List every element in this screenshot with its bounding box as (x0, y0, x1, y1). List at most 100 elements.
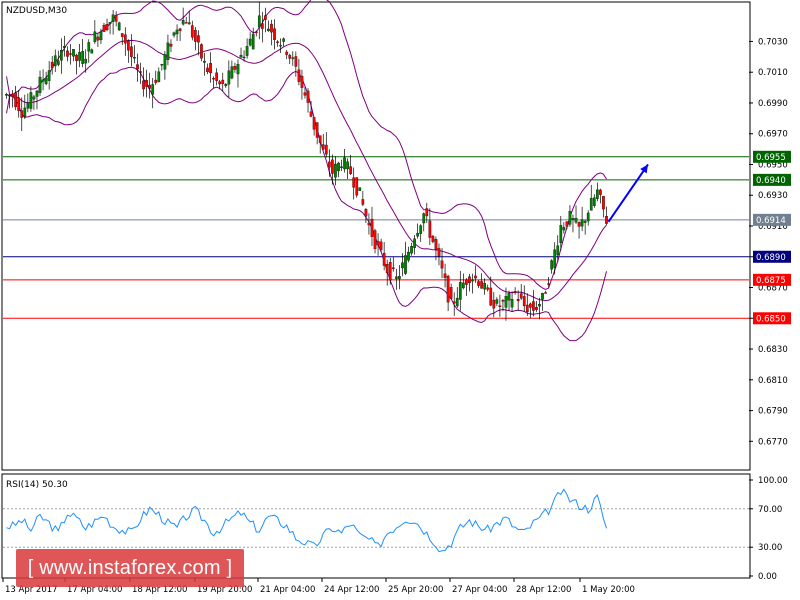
level-tag-label: 0.6940 (756, 176, 786, 186)
candle-body (525, 304, 529, 313)
candle-body (510, 298, 514, 308)
candle-body (522, 296, 526, 307)
candle-body (239, 54, 243, 58)
candle-body (206, 67, 209, 73)
candle-body (361, 199, 365, 205)
chart-canvas: 0.70300.70100.69900.69700.69500.69300.69… (1, 0, 791, 595)
candle-body (562, 227, 566, 231)
candle-body (468, 276, 471, 284)
candle-body (605, 216, 608, 224)
candle-body (215, 72, 219, 81)
candle-body (126, 40, 130, 51)
candle-body (139, 71, 142, 73)
candle-body (5, 94, 8, 96)
candle-body (108, 22, 112, 24)
time-tick-label: 27 Apr 04:00 (452, 585, 507, 595)
candle-body (102, 25, 106, 32)
candle-body (477, 281, 480, 286)
candle-body (410, 246, 413, 254)
candle-body (385, 263, 389, 274)
time-tick-label: 28 Apr 12:00 (516, 585, 571, 595)
candle-body (111, 14, 115, 22)
candle-body (17, 97, 21, 111)
candle-body (130, 46, 133, 57)
candle-body (602, 196, 605, 210)
candle-body (145, 79, 148, 87)
candle-body (589, 198, 593, 211)
rsi-axis: 100.00 70.00 30.00 0.00 (749, 476, 788, 582)
candle-body (538, 304, 541, 307)
candle-body (297, 69, 301, 82)
candle-body (87, 42, 91, 52)
level-tag-label: 0.6890 (756, 253, 786, 263)
candle-body (532, 301, 535, 311)
candle-body (318, 135, 322, 143)
candle-body (288, 54, 292, 59)
candle-body (11, 93, 14, 97)
candle-body (334, 163, 337, 178)
candle-body (492, 299, 496, 309)
candle-body (227, 70, 231, 85)
rsi-title: RSI(14) 50.30 (6, 480, 68, 490)
candle-body (197, 35, 200, 43)
candle-body (315, 122, 319, 138)
candle-body (379, 241, 383, 250)
candle-body (282, 38, 286, 42)
candle-body (75, 54, 78, 61)
candle-body (431, 235, 435, 242)
candle-body (455, 297, 459, 307)
candle-body (349, 166, 353, 174)
candle-body (151, 84, 155, 95)
candle-body (254, 31, 258, 34)
candle-body (99, 31, 103, 41)
candle-body (230, 66, 234, 79)
candle-body (592, 197, 596, 206)
candle-body (428, 220, 432, 238)
candle-body (233, 66, 237, 70)
level-tag-label: 0.6850 (756, 314, 786, 324)
candle-body (133, 57, 136, 59)
candle-body (489, 287, 493, 306)
price-tick-label: 0.6810 (758, 376, 788, 386)
candle-body (163, 54, 167, 70)
price-tick-label: 0.7010 (758, 68, 788, 78)
candle-body (236, 64, 240, 75)
candle-body (96, 36, 100, 41)
candle-body (501, 300, 505, 302)
watermark-banner: [ www.instaforex.com ] (16, 549, 244, 587)
candle-body (443, 273, 447, 278)
candle-body (574, 217, 578, 223)
candle-body (306, 90, 310, 103)
candle-body (78, 51, 81, 61)
candle-body (556, 245, 560, 256)
price-tick-label: 0.6930 (758, 191, 788, 201)
candle-body (53, 55, 57, 67)
candle-body (212, 78, 215, 80)
candle-body (513, 291, 517, 293)
candle-body (187, 22, 191, 25)
candle-body (355, 177, 359, 196)
candle-body (148, 84, 152, 89)
candle-body (178, 28, 182, 31)
candle-body (568, 211, 572, 225)
candle-body (136, 64, 139, 70)
candle-body (273, 28, 276, 40)
candle-body (416, 232, 420, 237)
candle-body (599, 189, 602, 195)
candle-body (559, 225, 563, 243)
candle-body (66, 50, 69, 57)
candle-body (398, 276, 401, 280)
candle-body (458, 282, 462, 300)
candle-body (41, 79, 45, 82)
price-tick-label: 0.6970 (758, 130, 788, 140)
candle-body (446, 275, 450, 303)
candle-body (422, 213, 426, 224)
candle-body (321, 144, 325, 150)
candle-body (495, 299, 499, 304)
candle-body (547, 283, 550, 285)
candle-body (248, 38, 252, 46)
candle-body (224, 84, 228, 87)
candle-body (440, 260, 444, 269)
candle-body (303, 92, 307, 96)
watermark-text: [ www.instaforex.com ] (27, 557, 233, 579)
